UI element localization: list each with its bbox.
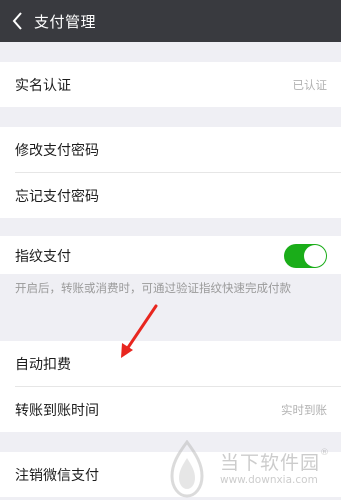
watermark-text: 当下软件园® bbox=[220, 448, 331, 474]
toggle-knob bbox=[304, 245, 326, 267]
red-arrow-annotation bbox=[121, 304, 158, 358]
real-name-verification-row[interactable]: 实名认证 已认证 bbox=[0, 62, 341, 107]
fingerprint-group: 指纹支付 开启后，转账或消费时，可通过验证指纹快速完成付款 bbox=[0, 236, 341, 321]
change-password-row[interactable]: 修改支付密码 bbox=[0, 127, 341, 172]
auto-group: 自动扣费 转账到账时间 实时到账 bbox=[0, 341, 341, 432]
forgot-password-label: 忘记支付密码 bbox=[15, 188, 99, 205]
fingerprint-pay-label: 指纹支付 bbox=[15, 249, 71, 265]
real-name-label: 实名认证 bbox=[15, 77, 71, 94]
fingerprint-note: 开启后，转账或消费时，可通过验证指纹快速完成付款 bbox=[0, 274, 341, 321]
site-watermark: 当下软件园® www.downxia.com bbox=[160, 440, 340, 500]
back-arrow-icon bbox=[12, 12, 22, 30]
identity-group: 实名认证 已认证 bbox=[0, 62, 341, 107]
title-bar: 支付管理 bbox=[0, 0, 341, 42]
fingerprint-pay-row: 指纹支付 bbox=[0, 236, 341, 274]
back-button[interactable] bbox=[0, 0, 34, 42]
forgot-password-row[interactable]: 忘记支付密码 bbox=[0, 173, 341, 218]
transfer-time-value: 实时到账 bbox=[281, 402, 327, 417]
auto-debit-row[interactable]: 自动扣费 bbox=[0, 341, 341, 386]
fingerprint-toggle[interactable] bbox=[284, 244, 327, 268]
auto-debit-label: 自动扣费 bbox=[15, 356, 71, 373]
transfer-time-row[interactable]: 转账到账时间 实时到账 bbox=[0, 387, 341, 432]
password-group: 修改支付密码 忘记支付密码 bbox=[0, 127, 341, 218]
watermark-url: www.downxia.com bbox=[220, 474, 318, 486]
page-title: 支付管理 bbox=[34, 12, 97, 31]
transfer-time-label: 转账到账时间 bbox=[15, 402, 99, 419]
watermark-logo-icon bbox=[170, 440, 204, 498]
change-password-label: 修改支付密码 bbox=[15, 142, 99, 159]
verification-status: 已认证 bbox=[292, 77, 328, 92]
